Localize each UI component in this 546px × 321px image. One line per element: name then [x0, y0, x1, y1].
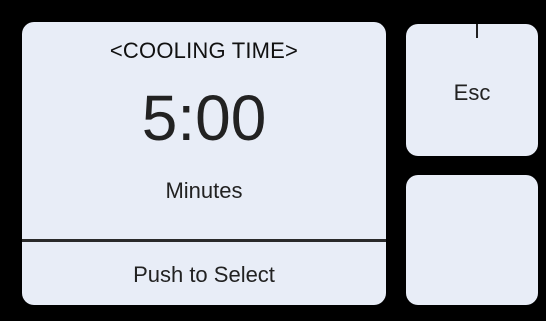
push-to-select-button[interactable]: Push to Select	[22, 242, 386, 305]
cooling-time-panel: <COOLING TIME> 5:00 Minutes Push to Sele…	[22, 22, 386, 305]
esc-button-label: Esc	[453, 80, 491, 105]
esc-button[interactable]: Esc	[406, 24, 538, 156]
time-unit-label: Minutes	[165, 178, 243, 203]
blank-button[interactable]	[406, 175, 538, 305]
setting-title: <COOLING TIME>	[109, 38, 299, 63]
esc-indicator-mark	[476, 24, 478, 38]
cooling-time-value: 5:00	[141, 82, 267, 154]
push-to-select-label: Push to Select	[133, 262, 275, 287]
